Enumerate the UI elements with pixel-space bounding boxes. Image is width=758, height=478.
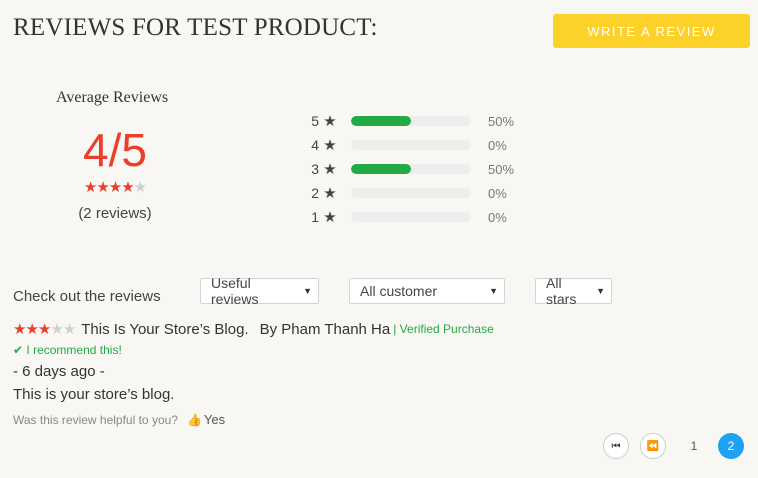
first-page-icon: ⏮ — [611, 440, 621, 452]
distribution-row-1[interactable]: 1 ★ 0% — [309, 208, 507, 226]
star-icon: ★ — [323, 137, 337, 154]
star-icon: ★ — [62, 321, 76, 338]
distribution-percent: 0% — [488, 209, 507, 225]
distribution-star-count: 5 — [311, 113, 319, 129]
star-icon: ★ — [323, 209, 337, 226]
distribution-row-4[interactable]: 4 ★ 0% — [309, 136, 507, 154]
distribution-percent: 50% — [488, 161, 515, 177]
thumbs-up-icon: 👍 — [186, 412, 202, 427]
helpful-yes-button[interactable]: 👍 Yes — [187, 412, 225, 427]
star-icon: ★ — [25, 321, 38, 338]
distribution-row-5[interactable]: 5 ★ 50% — [309, 112, 514, 130]
stars-dropdown[interactable]: All stars ▼ — [535, 275, 612, 307]
review-rating-stars: ★★★★★ — [13, 320, 76, 338]
previous-page-button[interactable]: ⏪ — [640, 433, 666, 459]
sort-dropdown-value: Useful reviews — [211, 275, 259, 307]
previous-page-icon: ⏪ — [646, 440, 660, 452]
recommend-text: I recommend this! — [26, 343, 122, 357]
distribution-bar — [351, 212, 471, 222]
average-rating-stars: ★★★★★ — [55, 180, 175, 195]
star-icon: ★ — [121, 179, 134, 196]
distribution-star-count: 1 — [311, 209, 319, 225]
star-icon: ★ — [133, 179, 147, 196]
review-author: By Pham Thanh Ha — [259, 320, 391, 338]
review-title: This Is Your Store’s Blog. — [81, 320, 249, 338]
distribution-bar-fill — [351, 116, 411, 126]
review-date: - 6 days ago - — [13, 363, 105, 380]
caret-down-icon: ▼ — [596, 286, 605, 296]
customer-dropdown[interactable]: All customer ▼ — [349, 278, 505, 304]
star-icon: ★ — [108, 179, 122, 196]
star-icon: ★ — [323, 113, 337, 130]
distribution-row-2[interactable]: 2 ★ 0% — [309, 184, 507, 202]
star-icon: ★ — [37, 321, 51, 338]
star-icon: ★ — [83, 179, 97, 196]
first-page-button[interactable]: ⏮ — [603, 433, 629, 459]
star-icon: ★ — [13, 321, 26, 338]
caret-down-icon: ▼ — [303, 286, 312, 296]
filter-label: Check out the reviews — [13, 288, 161, 305]
helpful-question: Was this review helpful to you? — [13, 412, 178, 427]
caret-down-icon: ▼ — [489, 286, 498, 296]
page-2-button[interactable]: 2 — [718, 433, 744, 459]
page-1-button[interactable]: 1 — [681, 433, 707, 459]
star-icon: ★ — [50, 321, 63, 338]
verified-purchase-badge: | Verified Purchase — [393, 322, 494, 336]
page-title: Reviews for Test Product: — [13, 14, 378, 41]
helpful-prompt: Was this review helpful to you? 👍 Yes — [13, 412, 225, 427]
distribution-star-count: 2 — [311, 185, 319, 201]
check-icon: ✔ — [13, 343, 24, 357]
average-reviews-label: Average Reviews — [56, 89, 169, 106]
distribution-row-3[interactable]: 3 ★ 50% — [309, 160, 514, 178]
star-icon: ★ — [323, 185, 337, 202]
customer-dropdown-value: All customer — [360, 283, 438, 299]
star-icon: ★ — [96, 179, 109, 196]
distribution-bar-fill — [351, 164, 411, 174]
distribution-star-count: 3 — [311, 161, 319, 177]
average-score: 4/5 — [83, 124, 147, 176]
distribution-bar — [351, 188, 471, 198]
sort-dropdown[interactable]: Useful reviews ▼ — [200, 275, 319, 307]
distribution-percent: 0% — [488, 137, 507, 153]
review-body: This is your store’s blog. — [13, 386, 175, 403]
recommend-note: ✔ I recommend this! — [13, 343, 122, 357]
distribution-bar — [351, 116, 471, 126]
distribution-bar — [351, 140, 471, 150]
distribution-bar — [351, 164, 471, 174]
distribution-star-count: 4 — [311, 137, 319, 153]
distribution-percent: 0% — [488, 185, 507, 201]
review-header: ★★★★★ This Is Your Store’s Blog. By Pham… — [13, 320, 494, 339]
helpful-yes-label: Yes — [203, 412, 226, 427]
star-icon: ★ — [323, 161, 337, 178]
review-count: (2 reviews) — [78, 205, 152, 222]
write-review-button[interactable]: WRITE A REVIEW — [553, 14, 750, 48]
distribution-percent: 50% — [488, 113, 515, 129]
stars-dropdown-value: All stars — [546, 275, 577, 307]
